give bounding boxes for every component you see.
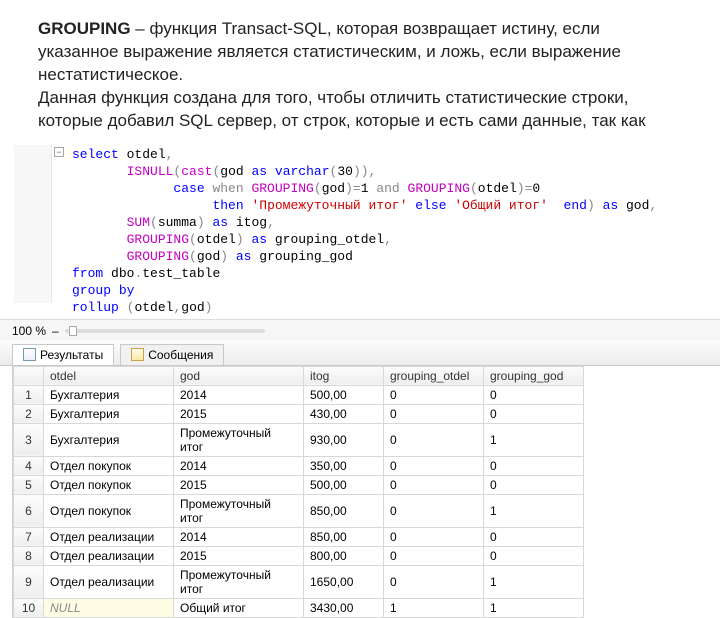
cell-itog[interactable]: 350,00	[304, 456, 384, 475]
col-otdel[interactable]: otdel	[44, 366, 174, 385]
cell-grouping-god[interactable]: 0	[484, 456, 584, 475]
cell-itog[interactable]: 850,00	[304, 494, 384, 527]
cell-grouping-otdel[interactable]: 0	[384, 456, 484, 475]
cell-grouping-god[interactable]: 1	[484, 423, 584, 456]
row-number[interactable]: 3	[14, 423, 44, 456]
cell-otdel[interactable]: Отдел покупок	[44, 475, 174, 494]
cell-grouping-otdel[interactable]: 0	[384, 423, 484, 456]
zoom-slider[interactable]	[65, 329, 265, 333]
cell-grouping-god[interactable]: 0	[484, 527, 584, 546]
row-number[interactable]: 2	[14, 404, 44, 423]
results-grid[interactable]: otdel god itog grouping_otdel grouping_g…	[13, 366, 584, 618]
cell-grouping-otdel[interactable]: 0	[384, 565, 484, 598]
grouping-keyword: GROUPING	[38, 19, 131, 38]
tab-messages-label: Сообщения	[148, 348, 213, 362]
cell-otdel[interactable]: Бухгалтерия	[44, 404, 174, 423]
cell-grouping-otdel[interactable]: 0	[384, 546, 484, 565]
cell-grouping-otdel[interactable]: 0	[384, 527, 484, 546]
desc-line2: Данная функция создана для того, чтобы о…	[38, 88, 646, 130]
cell-grouping-otdel[interactable]: 0	[384, 404, 484, 423]
cell-grouping-god[interactable]: 0	[484, 385, 584, 404]
row-number[interactable]: 1	[14, 385, 44, 404]
cell-god[interactable]: 2014	[174, 385, 304, 404]
col-grouping-otdel[interactable]: grouping_otdel	[384, 366, 484, 385]
col-god[interactable]: god	[174, 366, 304, 385]
cell-grouping-god[interactable]: 0	[484, 475, 584, 494]
table-row[interactable]: 1Бухгалтерия2014500,0000	[14, 385, 584, 404]
cell-itog[interactable]: 1650,00	[304, 565, 384, 598]
table-row[interactable]: 9Отдел реализацииПромежуточный итог1650,…	[14, 565, 584, 598]
cell-itog[interactable]: 3430,00	[304, 598, 384, 617]
row-number[interactable]: 7	[14, 527, 44, 546]
cell-itog[interactable]: 850,00	[304, 527, 384, 546]
col-grouping-god[interactable]: grouping_god	[484, 366, 584, 385]
table-row[interactable]: 5Отдел покупок2015500,0000	[14, 475, 584, 494]
cell-otdel[interactable]: Отдел покупок	[44, 494, 174, 527]
cell-otdel[interactable]: Отдел реализации	[44, 527, 174, 546]
result-tabs: Результаты Сообщения	[0, 340, 720, 366]
row-number[interactable]: 5	[14, 475, 44, 494]
row-number[interactable]: 10	[14, 598, 44, 617]
table-row[interactable]: 7Отдел реализации2014850,0000	[14, 527, 584, 546]
table-row[interactable]: 4Отдел покупок2014350,0000	[14, 456, 584, 475]
cell-otdel[interactable]: Бухгалтерия	[44, 385, 174, 404]
cell-god[interactable]: Промежуточный итог	[174, 565, 304, 598]
cell-itog[interactable]: 500,00	[304, 475, 384, 494]
cell-otdel[interactable]: Отдел покупок	[44, 456, 174, 475]
cell-grouping-otdel[interactable]: 0	[384, 494, 484, 527]
cell-god[interactable]: 2014	[174, 456, 304, 475]
row-number[interactable]: 8	[14, 546, 44, 565]
cell-grouping-god[interactable]: 1	[484, 494, 584, 527]
cell-otdel[interactable]: Отдел реализации	[44, 546, 174, 565]
cell-grouping-otdel[interactable]: 1	[384, 598, 484, 617]
row-number[interactable]: 4	[14, 456, 44, 475]
cell-otdel[interactable]: NULL	[44, 598, 174, 617]
zoom-dash: –	[52, 324, 59, 338]
cell-grouping-god[interactable]: 1	[484, 565, 584, 598]
cell-grouping-god[interactable]: 0	[484, 404, 584, 423]
tab-messages[interactable]: Сообщения	[120, 344, 224, 365]
cell-itog[interactable]: 430,00	[304, 404, 384, 423]
cell-god[interactable]: 2015	[174, 475, 304, 494]
cell-itog[interactable]: 930,00	[304, 423, 384, 456]
cell-god[interactable]: Общий итог	[174, 598, 304, 617]
header-row: otdel god itog grouping_otdel grouping_g…	[14, 366, 584, 385]
table-row[interactable]: 10NULLОбщий итог3430,0011	[14, 598, 584, 617]
grid-icon	[23, 348, 36, 361]
editor-gutter	[14, 145, 52, 303]
cell-itog[interactable]: 500,00	[304, 385, 384, 404]
table-row[interactable]: 3БухгалтерияПромежуточный итог930,0001	[14, 423, 584, 456]
table-row[interactable]: 2Бухгалтерия2015430,0000	[14, 404, 584, 423]
collapse-icon[interactable]: −	[54, 147, 64, 157]
table-row[interactable]: 6Отдел покупокПромежуточный итог850,0001	[14, 494, 584, 527]
row-number[interactable]: 6	[14, 494, 44, 527]
sql-code[interactable]: select otdel, ISNULL(cast(god as varchar…	[14, 145, 720, 319]
cell-god[interactable]: Промежуточный итог	[174, 494, 304, 527]
cell-grouping-otdel[interactable]: 0	[384, 385, 484, 404]
message-icon	[131, 348, 144, 361]
cell-god[interactable]: 2015	[174, 546, 304, 565]
cell-grouping-otdel[interactable]: 0	[384, 475, 484, 494]
rownum-header[interactable]	[14, 366, 44, 385]
table-row[interactable]: 8Отдел реализации2015800,0000	[14, 546, 584, 565]
cell-grouping-god[interactable]: 1	[484, 598, 584, 617]
cell-god[interactable]: 2015	[174, 404, 304, 423]
cell-grouping-god[interactable]: 0	[484, 546, 584, 565]
cell-otdel[interactable]: Бухгалтерия	[44, 423, 174, 456]
cell-god[interactable]: Промежуточный итог	[174, 423, 304, 456]
tab-results[interactable]: Результаты	[12, 344, 114, 365]
row-number[interactable]: 9	[14, 565, 44, 598]
zoom-slider-thumb[interactable]	[69, 326, 77, 336]
col-itog[interactable]: itog	[304, 366, 384, 385]
sql-editor[interactable]: − select otdel, ISNULL(cast(god as varch…	[14, 145, 720, 319]
zoom-bar: 100 % –	[0, 319, 720, 340]
cell-itog[interactable]: 800,00	[304, 546, 384, 565]
cell-god[interactable]: 2014	[174, 527, 304, 546]
cell-otdel[interactable]: Отдел реализации	[44, 565, 174, 598]
tab-results-label: Результаты	[40, 348, 103, 362]
zoom-percent[interactable]: 100 %	[12, 324, 46, 338]
description-text: GROUPING – функция Transact-SQL, которая…	[0, 0, 720, 141]
